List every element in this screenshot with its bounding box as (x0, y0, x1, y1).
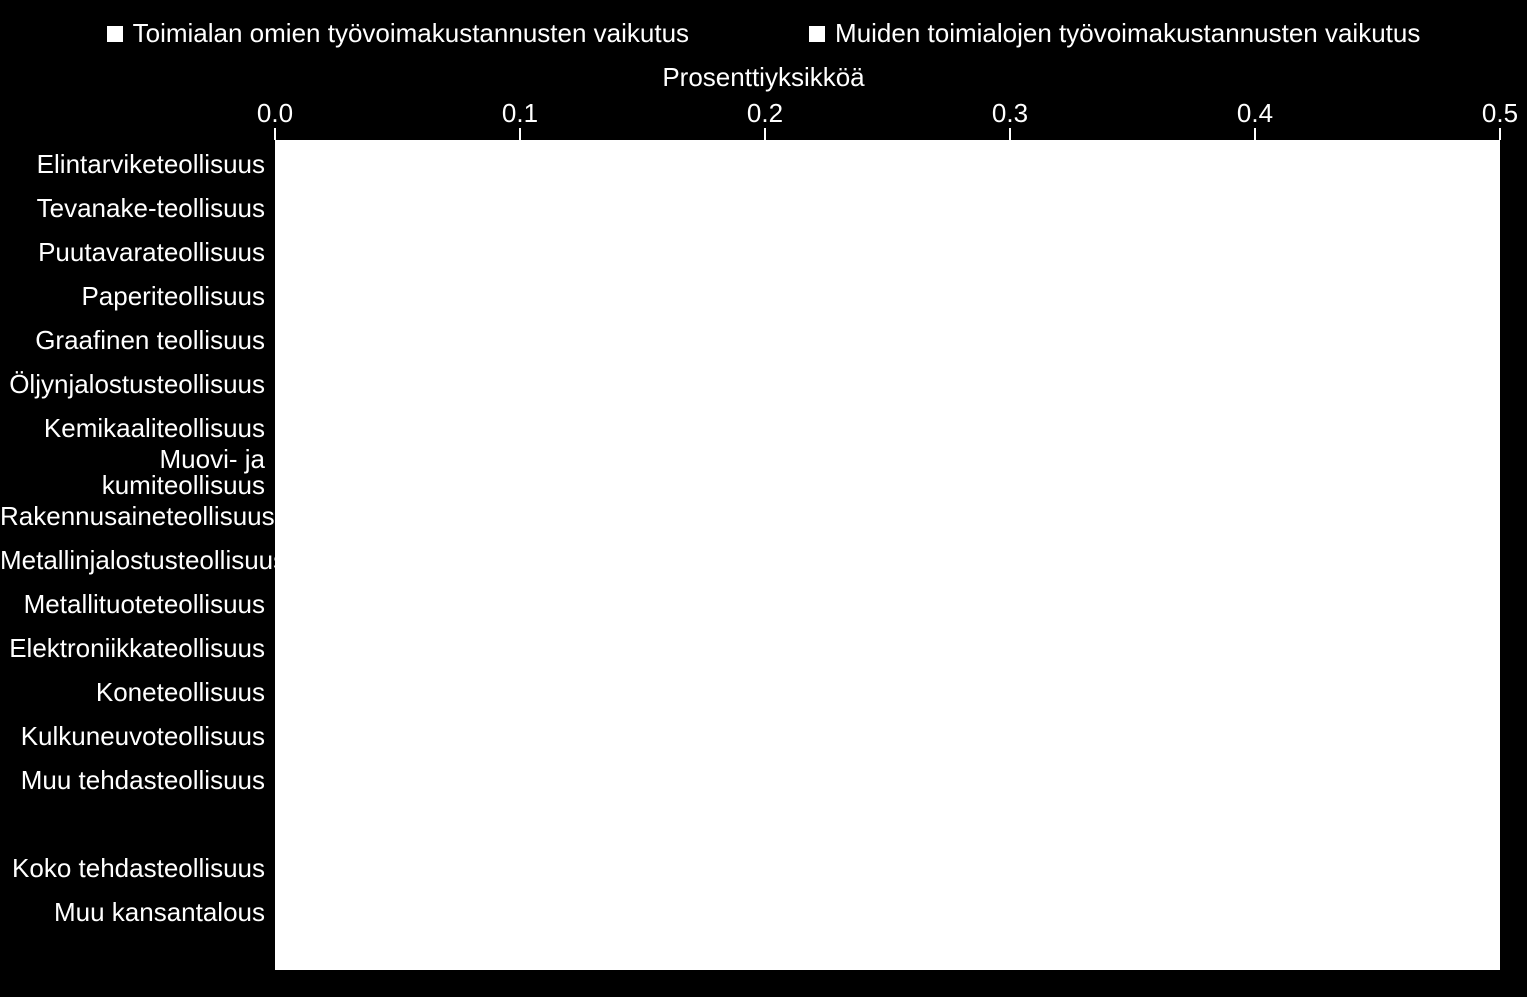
square-icon (809, 26, 825, 42)
square-icon (107, 26, 123, 42)
x-tick-label: 0.2 (747, 98, 783, 129)
y-tick-label: Elintarviketeollisuus (0, 151, 265, 177)
x-tick-label: 0.1 (502, 98, 538, 129)
legend-label: Muiden toimialojen työvoimakustannusten … (835, 18, 1420, 49)
stacked-bar-chart: Toimialan omien työvoimakustannusten vai… (0, 0, 1527, 997)
plot-area (275, 140, 1500, 970)
tick-mark-icon (1499, 128, 1501, 140)
legend: Toimialan omien työvoimakustannusten vai… (0, 18, 1527, 49)
y-axis-labels: Elintarviketeollisuus Tevanake-teollisuu… (0, 140, 265, 970)
x-tick-label: 0.3 (992, 98, 1028, 129)
y-tick-label: Metallinjalostusteollisuus (0, 547, 265, 573)
y-tick-label: Puutavarateollisuus (0, 239, 265, 265)
tick-mark-icon (1254, 128, 1256, 140)
y-tick-label: Muu tehdasteollisuus (0, 767, 265, 793)
x-tick-label: 0.4 (1237, 98, 1273, 129)
y-tick-label: Tevanake-teollisuus (0, 195, 265, 221)
x-tick-label: 0.5 (1482, 98, 1518, 129)
y-tick-label: Metallituoteteollisuus (0, 591, 265, 617)
tick-mark-icon (1009, 128, 1011, 140)
tick-mark-icon (764, 128, 766, 140)
y-tick-label: Paperiteollisuus (0, 283, 265, 309)
x-tick-label: 0.0 (257, 98, 293, 129)
y-tick-label: Elektroniikkateollisuus (0, 635, 265, 661)
y-tick-label: Rakennusaineteollisuus (0, 503, 265, 529)
y-tick-label: Kemikaaliteollisuus (0, 415, 265, 441)
y-tick-label: Koneteollisuus (0, 679, 265, 705)
y-tick-label: Muu kansantalous (0, 899, 265, 925)
legend-item-series-1: Toimialan omien työvoimakustannusten vai… (107, 18, 689, 49)
y-tick-label: Muovi- ja kumiteollisuus (0, 446, 265, 498)
y-tick-label: Koko tehdasteollisuus (0, 855, 265, 881)
legend-label: Toimialan omien työvoimakustannusten vai… (133, 18, 689, 49)
x-axis-ticks: 0.0 0.1 0.2 0.3 0.4 0.5 (275, 98, 1500, 128)
x-axis-title: Prosenttiyksikköä (0, 62, 1527, 93)
tick-mark-icon (519, 128, 521, 140)
y-tick-label: Öljynjalostusteollisuus (0, 371, 265, 397)
y-tick-label: Kulkuneuvoteollisuus (0, 723, 265, 749)
legend-item-series-2: Muiden toimialojen työvoimakustannusten … (809, 18, 1420, 49)
tick-mark-icon (274, 128, 276, 140)
y-tick-label: Graafinen teollisuus (0, 327, 265, 353)
